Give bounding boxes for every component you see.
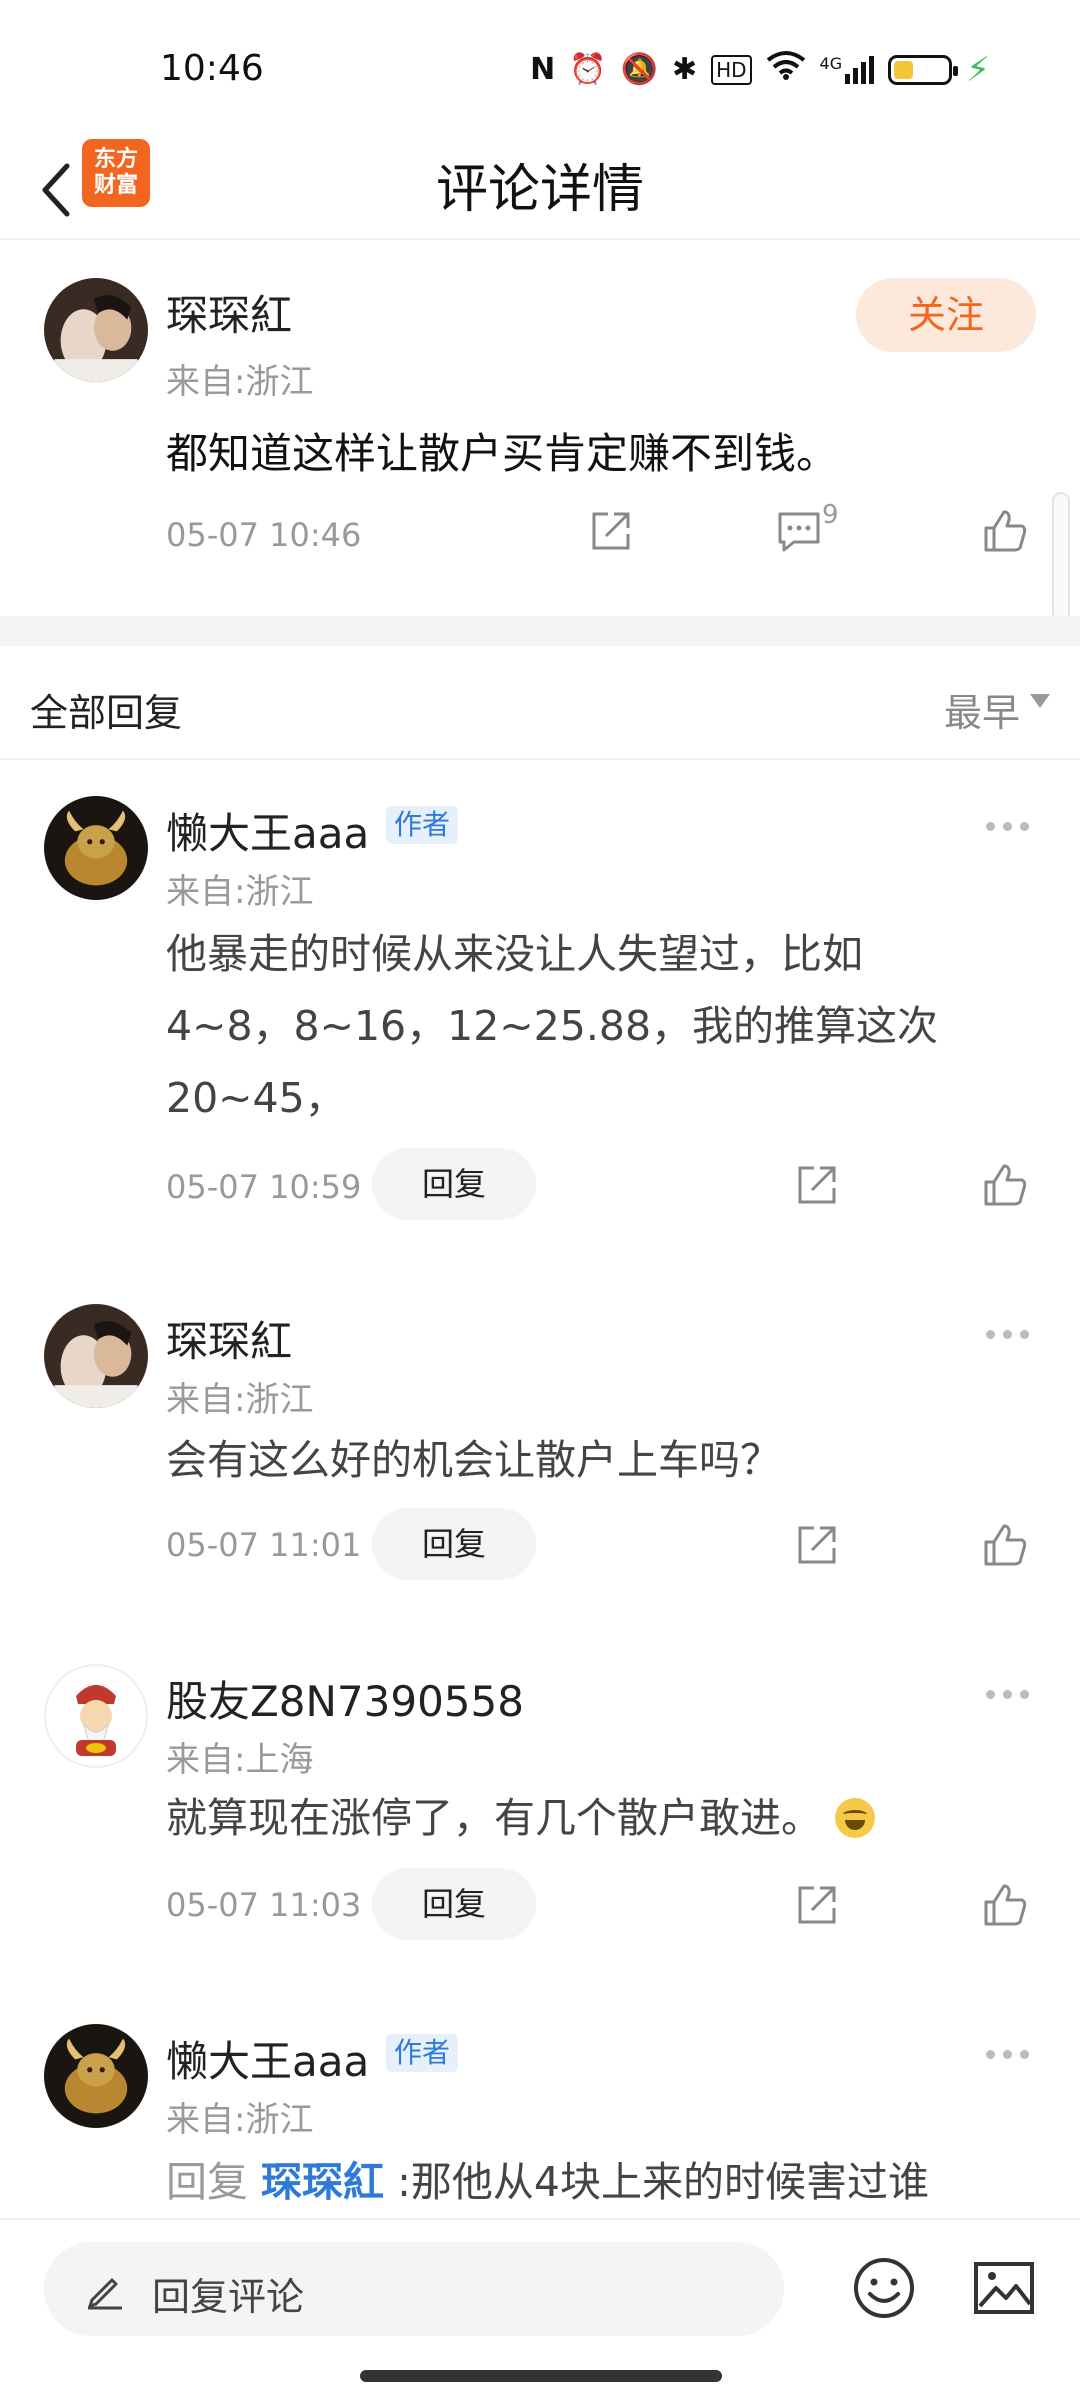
emoji-icon[interactable] — [852, 2256, 916, 2320]
comment-location: 来自:上海 — [166, 1740, 314, 1780]
battery-fill — [894, 60, 913, 79]
sort-dropdown[interactable]: 最早 — [944, 682, 1020, 737]
author-badge: 作者 — [386, 2034, 459, 2072]
author-badge: 作者 — [386, 806, 459, 844]
like-icon[interactable] — [980, 1520, 1030, 1570]
pen-icon — [88, 2278, 122, 2310]
share-icon[interactable] — [586, 506, 636, 556]
user-avatar-image — [44, 1304, 148, 1408]
reply-button[interactable]: 回复 — [372, 1508, 536, 1580]
comment-text: 会有这么好的机会让散户上车吗？ — [166, 1436, 781, 1484]
4g-signal-icon: 4G — [819, 53, 875, 84]
comment-text: 他暴走的时候从来没让人失望过，比如 4~8，8~16，12~25.88，我的推算… — [166, 918, 1026, 1134]
comment-username[interactable]: 懒大王aaa — [166, 2028, 369, 2089]
comment-timestamp: 05-07 11:03 — [166, 1886, 362, 1924]
bull-avatar-image — [44, 2024, 148, 2128]
reply-button[interactable]: 回复 — [372, 1868, 536, 1940]
home-indicator[interactable] — [360, 2370, 722, 2382]
all-replies-label: 全部回复 — [30, 691, 183, 735]
share-icon[interactable] — [792, 1520, 842, 1570]
share-icon[interactable] — [792, 1160, 842, 1210]
comment-icon[interactable] — [774, 506, 824, 556]
alarm-icon: ⏰ — [569, 51, 607, 87]
comment-text: 就算现在涨停了，有几个散户敢进。 — [166, 1782, 1026, 1854]
more-options-icon[interactable] — [986, 818, 1036, 834]
section-divider — [0, 616, 1080, 646]
avatar[interactable] — [44, 278, 148, 382]
like-icon[interactable] — [980, 1160, 1030, 1210]
reply-input[interactable]: 回复评论 — [44, 2242, 784, 2336]
mention-link[interactable]: 琛琛紅 — [261, 2158, 384, 2206]
avatar[interactable] — [44, 796, 148, 900]
comment-text-line: 他暴走的时候从来没让人失望过，比如 — [166, 930, 863, 978]
bottom-bar: 回复评论 — [0, 2218, 1080, 2400]
chevron-down-icon[interactable] — [1030, 694, 1050, 708]
comment-location: 来自:浙江 — [166, 2100, 314, 2140]
like-icon[interactable] — [980, 506, 1030, 556]
follow-button[interactable]: 关注 — [856, 278, 1036, 352]
fortune-god-avatar-image — [46, 1666, 146, 1766]
like-icon[interactable] — [980, 1880, 1030, 1930]
avatar[interactable] — [44, 1664, 148, 1768]
mute-icon: 🔕 — [620, 51, 658, 87]
bull-avatar-image — [44, 796, 148, 900]
comment-username[interactable]: 懒大王aaa — [166, 800, 369, 861]
more-options-icon[interactable] — [986, 1326, 1036, 1342]
comment-text-line: 4~8，8~16，12~25.88，我的推算这次 — [166, 1002, 939, 1050]
image-icon[interactable] — [972, 2256, 1036, 2320]
network-type-label: 4G — [819, 53, 843, 73]
comment-username[interactable]: 琛琛紅 — [166, 1308, 292, 1369]
more-options-icon[interactable] — [986, 1686, 1036, 1702]
comment-location: 来自:浙江 — [166, 872, 314, 912]
comment-count: 9 — [822, 500, 839, 530]
laugh-cry-emoji-icon — [835, 1798, 876, 1838]
comment-text-body: :那他从4块上来的时候害过谁 — [397, 2158, 929, 2206]
post-location: 来自:浙江 — [166, 362, 314, 402]
nfc-icon: N — [530, 51, 556, 87]
avatar[interactable] — [44, 1304, 148, 1408]
post-text: 都知道这样让散户买肯定赚不到钱。 — [166, 429, 839, 478]
wifi-icon — [766, 50, 806, 89]
status-icons: N ⏰ 🔕 ✱ HD 4G ⚡ — [530, 50, 990, 89]
hd-icon: HD — [711, 54, 752, 85]
replies-header: 全部回复 最早 — [0, 646, 1080, 760]
bluetooth-icon: ✱ — [671, 51, 698, 87]
comment-text-line: 20~45， — [166, 1074, 346, 1122]
reply-input-placeholder: 回复评论 — [152, 2275, 305, 2319]
comment-username[interactable]: 股友Z8N7390558 — [166, 1668, 524, 1729]
reply-prefix: 回复 — [166, 2158, 248, 2206]
comment-location: 来自:浙江 — [166, 1380, 314, 1420]
scrollbar[interactable] — [1052, 492, 1070, 622]
user-avatar-image — [44, 278, 148, 382]
comment-timestamp: 05-07 10:59 — [166, 1168, 362, 1206]
share-icon[interactable] — [792, 1880, 842, 1930]
page-title: 评论详情 — [435, 160, 644, 220]
comment-text-body: 就算现在涨停了，有几个散户敢进。 — [166, 1794, 822, 1842]
battery-icon — [888, 54, 959, 85]
reply-button[interactable]: 回复 — [372, 1148, 536, 1220]
status-time: 10:46 — [160, 48, 264, 89]
charging-icon: ⚡ — [966, 49, 990, 90]
comment-timestamp: 05-07 11:01 — [166, 1526, 362, 1564]
avatar[interactable] — [44, 2024, 148, 2128]
more-options-icon[interactable] — [986, 2046, 1036, 2062]
post-username[interactable]: 琛琛紅 — [166, 282, 292, 343]
comment-text: 回复 琛琛紅 :那他从4块上来的时候害过谁 — [166, 2146, 1026, 2218]
status-bar: 10:46 N ⏰ 🔕 ✱ HD 4G ⚡ — [0, 0, 1080, 140]
post-timestamp: 05-07 10:46 — [166, 516, 362, 554]
